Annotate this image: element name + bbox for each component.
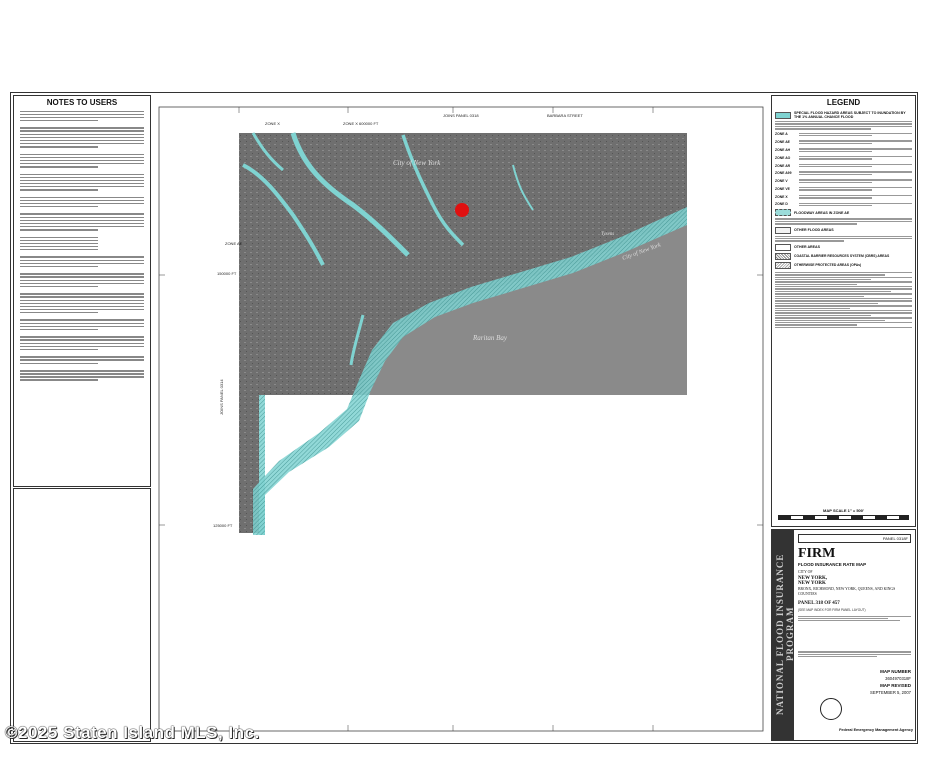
legend-zone-description: [799, 194, 912, 200]
nfip-strip-text: NATIONAL FLOOD INSURANCE PROGRAM: [775, 553, 795, 715]
legend-zone-description: [799, 178, 912, 184]
legend-zone-description: [799, 132, 912, 138]
label-street-top: BARBARA STREET: [547, 113, 583, 118]
legend-sfha-heading: SPECIAL FLOOD HAZARD AREAS SUBJECT TO IN…: [794, 111, 906, 119]
legend-zone-description: [799, 155, 912, 161]
legend-zone-description: [799, 163, 912, 169]
firm-subheading: FLOOD INSURANCE RATE MAP: [798, 562, 867, 567]
label-coord-bottom-left: 125000 FT: [213, 523, 233, 528]
label-zone-ae: ZONE AE: [225, 241, 243, 246]
panel-note: (SEE MAP INDEX FOR FIRM PANEL LAYOUT): [798, 607, 866, 612]
legend-swatch-other-areas: [775, 226, 791, 234]
agency-name: Federal Emergency Management Agency: [839, 728, 913, 732]
counties-list: BRONX, RICHMOND, NEW YORK, QUEENS, AND K…: [798, 586, 896, 597]
map-number-value: 3604970318F: [885, 676, 911, 682]
legend-zone-label: ZONE X: [775, 194, 788, 199]
label-zone-x-top: ZONE X: [343, 121, 358, 126]
label-tysens: Tysens: [601, 232, 614, 237]
legend-zone-row: ZONE D: [775, 202, 912, 208]
legend-title: LEGEND: [826, 98, 861, 107]
flood-patch-lower-left: [259, 395, 265, 535]
firm-title-block: NATIONAL FLOOD INSURANCE PROGRAM PANEL 0…: [771, 529, 916, 741]
legend-zone-row: ZONE A99: [775, 170, 912, 176]
fema-seal-icon: [820, 698, 842, 720]
notes-title: NOTES TO USERS: [46, 98, 118, 107]
firm-heading: FIRM: [798, 546, 836, 561]
notes-to-users-panel: NOTES TO USERS: [13, 95, 151, 487]
legend-zone-description: [799, 139, 912, 145]
label-joins-left: JOINS PANEL 0314: [219, 379, 224, 415]
legend-zone-row: ZONE AR: [775, 163, 912, 169]
legend-cbrs-row: COASTAL BARRIER RESOURCES SYSTEM (CBRS) …: [775, 252, 912, 260]
legend-zone-row: ZONE V: [775, 178, 912, 184]
legend-zone-row: ZONE AO: [775, 155, 912, 161]
legend-zone-description: [799, 147, 912, 153]
legend-zone-row: ZONE A: [775, 132, 912, 138]
map-scale-bar: [778, 515, 909, 520]
panel-of: PANEL 318 OF 457: [798, 600, 840, 606]
legend-cbrs-heading: COASTAL BARRIER RESOURCES SYSTEM (CBRS) …: [794, 254, 890, 259]
legend-zone-label: ZONE AR: [775, 163, 791, 168]
legend-panel: LEGEND SPECIAL FLOOD HAZARD AREAS SUBJEC…: [771, 95, 916, 527]
legend-other-areas-row: OTHER FLOOD AREAS: [775, 226, 912, 234]
legend-zone-label: ZONE AE: [775, 140, 790, 145]
legend-swatch-opa: [775, 261, 791, 269]
legend-other-row: OTHER AREAS: [775, 243, 912, 251]
legend-zone-row: ZONE VE: [775, 186, 912, 192]
legend-sfha-row: SPECIAL FLOOD HAZARD AREAS SUBJECT TO IN…: [775, 111, 912, 119]
legend-zone-list: ZONE A ZONE AE ZONE AH ZONE AO ZONE AR ZONE A…: [772, 132, 915, 208]
unmapped-area: [259, 395, 687, 535]
label-coord-top: 600000 FT: [359, 121, 379, 126]
legend-swatch-sfha: [775, 111, 791, 119]
legend-other-areas-text: [775, 235, 912, 242]
map-number-label: MAP NUMBER: [880, 669, 911, 675]
legend-swatch-other: [775, 243, 791, 251]
legend-zone-label: ZONE D: [775, 202, 788, 207]
label-coord-left: 150000 FT: [217, 271, 237, 276]
nfip-strip: NATIONAL FLOOD INSURANCE PROGRAM: [772, 530, 795, 740]
legend-opa-row: OTHERWISE PROTECTED AREAS (OPAs): [775, 261, 912, 269]
legend-other-heading: OTHER AREAS: [794, 245, 821, 250]
legend-zone-label: ZONE AH: [775, 148, 791, 153]
label-city-1: City of New York: [393, 159, 441, 167]
legend-symbols-block: [775, 271, 912, 329]
community-table: [798, 615, 911, 622]
notice-text: [798, 651, 911, 658]
legend-zone-label: ZONE VE: [775, 186, 790, 191]
notes-lower-panel: [13, 488, 151, 742]
firm-sheet: NOTES TO USERS ZONE X ZONE X ZONE AE JOI…: [10, 92, 918, 744]
map-scale-label: MAP SCALE 1" = 500': [823, 508, 864, 513]
legend-zone-label: ZONE V: [775, 179, 788, 184]
subject-property-marker[interactable]: [455, 203, 469, 217]
mls-watermark: ©2025 Staten Island MLS, Inc.: [5, 723, 260, 742]
legend-swatch-floodway: [775, 209, 791, 217]
legend-opa-heading: OTHERWISE PROTECTED AREAS (OPAs): [794, 263, 862, 268]
panel-tag: PANEL 0318F: [798, 534, 911, 543]
legend-zone-label: ZONE A99: [775, 171, 792, 176]
map-revised-label: MAP REVISED: [880, 683, 911, 689]
map-revised-value: SEPTEMBER 5, 2007: [870, 690, 911, 696]
map-scale: MAP SCALE 1" = 500': [778, 508, 909, 520]
legend-zone-row: ZONE AE: [775, 139, 912, 145]
legend-swatch-cbrs: [775, 252, 791, 260]
legend-zone-description: [799, 186, 912, 192]
legend-sfha-text: [775, 121, 912, 130]
legend-zone-description: [799, 170, 912, 176]
legend-zone-label: ZONE AO: [775, 155, 791, 160]
label-zone-x-left: ZONE X: [265, 121, 280, 126]
legend-other-areas-heading: OTHER FLOOD AREAS: [794, 228, 834, 233]
flood-map-frame: ZONE X ZONE X ZONE AE JOINS PANEL 0318 B…: [153, 95, 767, 741]
label-panel-top: JOINS PANEL 0318: [443, 113, 479, 118]
flood-map: ZONE X ZONE X ZONE AE JOINS PANEL 0318 B…: [158, 106, 764, 732]
legend-floodway-row: FLOODWAY AREAS IN ZONE AE: [775, 209, 912, 217]
legend-floodway-heading: FLOODWAY AREAS IN ZONE AE: [794, 210, 850, 215]
label-raritan-bay: Raritan Bay: [472, 334, 508, 342]
legend-floodway-text: [775, 218, 912, 225]
notes-text-block: [14, 110, 150, 381]
legend-zone-label: ZONE A: [775, 132, 788, 137]
legend-zone-row: ZONE X: [775, 194, 912, 200]
legend-zone-description: [799, 202, 912, 208]
legend-zone-row: ZONE AH: [775, 147, 912, 153]
